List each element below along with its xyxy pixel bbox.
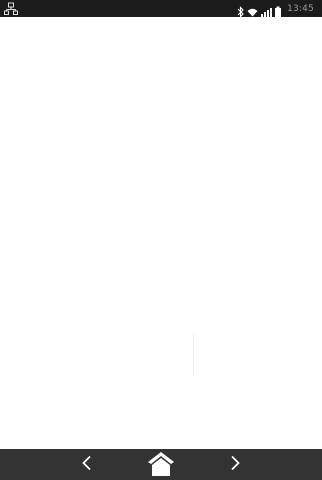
back-icon [81, 455, 93, 475]
network-icon [4, 1, 18, 15]
status-bar: 13:45 [0, 0, 322, 18]
navigation-bar [0, 449, 322, 480]
wifi-icon [247, 3, 258, 16]
home-icon [146, 450, 176, 480]
forward-button[interactable] [218, 449, 252, 480]
back-button[interactable] [70, 449, 104, 480]
status-icons: 13:45 [234, 0, 314, 18]
faint-divider [193, 333, 194, 377]
home-button[interactable] [138, 449, 184, 480]
phone-screen: 13:45 [0, 0, 322, 480]
blank-content-area [0, 17, 322, 449]
signal-icon [261, 3, 273, 17]
bluetooth-icon [237, 3, 244, 18]
battery-icon [275, 3, 282, 17]
status-clock: 13:45 [287, 3, 314, 14]
forward-icon [229, 455, 241, 475]
